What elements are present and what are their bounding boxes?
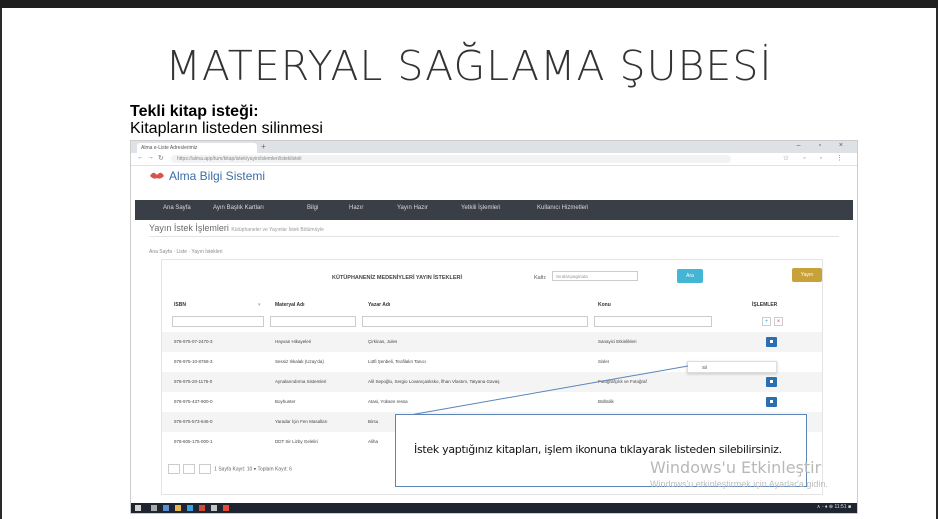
cell-subject: Sanayici Etkinlikleri [598,339,637,344]
search-icon[interactable] [151,505,157,511]
next-page-button[interactable] [198,464,211,474]
pagination: 1 Sayfa Kayıt: 10 ▾ Toplam Kayıt: 6 [168,464,292,474]
pager-info: 1 Sayfa Kayıt: 10 ▾ Toplam Kayıt: 6 [214,466,292,473]
column-header-isbn[interactable]: ISBN [174,302,186,308]
row-action-button[interactable] [766,337,777,347]
windows-start-icon[interactable] [135,505,141,511]
cell-author: Lütfi Şenbeli, Teofilalın Tanıcı [368,359,427,364]
app-logo-icon [150,172,164,179]
cell-title: Yaradar İçin Fen Masalları [275,419,328,424]
divider [149,236,839,237]
cell-title: Boyhunter [275,399,296,404]
slide-subtitle: Kitapların listeden silinmesi [130,120,323,137]
panel-title: KÜTÜPHANENİZ MEDENİYLERİ YAYIN İSTEKLERİ [332,275,462,281]
browser-tab[interactable]: Alma e-Liste Adreslerimiz [137,143,257,153]
new-tab-icon[interactable]: + [261,142,266,151]
windows-activation-watermark: Windows'u Etkinleştir [650,458,822,477]
page-heading: Yayın İstek İşlemleri Kütüphaneler ve Ya… [149,223,324,233]
clear-filter-button[interactable]: × [774,317,783,326]
table-row: 978-975-07-2470-3 Hayvan Hikayeleri Çirk… [162,332,822,352]
top-frame-bar [0,0,938,8]
cell-subject: Sisler [598,359,610,364]
breadcrumb[interactable]: Ana Sayfa · Liste · Yayın İstekleri [149,249,222,255]
callout-text: İstek yaptığınız kitapları, işlem ikonun… [414,443,782,456]
back-icon[interactable]: ← [137,154,144,161]
page-heading-text: Yayın İstek İşlemleri [149,223,229,233]
windows-activation-watermark-sub: Windows'u etkinleştirmek için Ayarlar'a … [650,479,828,489]
office-icon[interactable] [223,505,229,511]
column-header-title[interactable]: Materyal Adı [275,302,305,308]
cell-title: DDT Sir Lizby Geleliri [275,439,318,444]
delete-popover[interactable]: Sil [687,361,777,373]
main-navbar: Ana Sayfa Ayın Başlık Kartları Bilgi Haz… [135,200,853,220]
cell-author: Aliha [368,439,379,444]
cell-title: Sessiz Ilıkalak (Uzay'da) [275,359,324,364]
cell-author: Atasi, Yüksen ressa [368,399,408,404]
address-bar: ← → ↻ https://alma.app/tum/kitap/istek/y… [131,153,857,166]
search-button[interactable]: Ara [677,269,703,283]
window-controls[interactable]: – ▫ × [797,142,851,149]
forward-icon[interactable]: → [147,154,154,161]
column-header-subject[interactable]: Konu [598,302,611,308]
nav-item-user-services[interactable]: Kullanıcı Hizmetleri [537,205,588,211]
cell-isbn: 978-605-175-000-1 [174,439,213,444]
row-action-button[interactable] [766,377,777,387]
cell-subject: Fotoğrafçılık ve Fotoğraf [598,379,647,384]
cell-isbn: 978-975-573-646-0 [174,419,213,424]
nav-item-home[interactable]: Ana Sayfa [163,205,191,211]
column-header-author[interactable]: Yazar Adı [368,302,390,308]
cell-author: Çirkinas, Jules [368,339,398,344]
cell-author: Aliİ Sepoğlu, Sergio Lovanıçasksko, İlha… [368,379,500,384]
table-row: 978-975-437-900-0 Boyhunter Atasi, Yükse… [162,392,822,412]
app-header: Alma Bilgi Sistemi [131,166,857,200]
cell-title: Aynalarındırma Sistemleri [275,379,327,384]
publication-button[interactable]: Yayın [792,268,822,282]
first-page-button[interactable] [168,464,180,474]
url-input[interactable]: https://alma.app/tum/kitap/istek/yayin/i… [171,155,731,163]
nav-item-ready[interactable]: Hazır [349,205,363,211]
filter-title-input[interactable] [270,316,356,327]
chrome-icon[interactable] [199,505,205,511]
cell-title: Hayvan Hikayeleri [275,339,312,344]
cell-subject: Bülbülik [598,399,614,404]
cell-isbn: 978-975-07-2470-3 [174,339,213,344]
app-name[interactable]: Alma Bilgi Sistemi [169,169,265,183]
slide-subtitle-bold: Tekli kitap isteği: [130,103,259,120]
filter-isbn-input[interactable] [172,316,264,327]
nav-item-cards[interactable]: Ayın Başlık Kartları [213,205,264,211]
extension-icons[interactable]: ☆ ◦ ◦ ⋮ [783,154,849,162]
store-icon[interactable] [211,505,217,511]
nav-item-publication[interactable]: Yayın Hazır [397,205,428,211]
windows-taskbar: ∧ ◦ ♦ ⊕ 11:51 ■ [131,503,857,513]
filter-input[interactable]: Sıralarıpaginata [552,271,638,281]
browser-tab-bar: Alma e-Liste Adreslerimiz + – ▫ × [131,141,857,153]
column-header-actions: İŞLEMLER [752,302,778,308]
table-row: 978-975-20-1175-0 Aynalarındırma Sisteml… [162,372,822,392]
system-tray[interactable]: ∧ ◦ ♦ ⊕ 11:51 ■ [817,504,851,510]
cell-isbn: 978-975-20-1175-0 [174,379,213,384]
cell-author: Birsu [368,419,379,424]
cell-isbn: 978-975-10-8768-3 [174,359,213,364]
page-heading-small: Kütüphaneler ve Yayınlar İstek Bölümüyle [231,227,324,233]
file-explorer-icon[interactable] [175,505,181,511]
nav-item-info[interactable]: Bilgi [307,205,318,211]
cell-isbn: 978-975-437-900-0 [174,399,213,404]
filter-author-input[interactable] [362,316,588,327]
prev-page-button[interactable] [183,464,196,474]
add-filter-button[interactable]: + [762,317,771,326]
filter-subject-input[interactable] [594,316,712,327]
task-view-icon[interactable] [163,505,169,511]
sort-icon[interactable]: ▾ [258,302,261,308]
nav-item-authorized[interactable]: Yetkili İşlemleri [461,205,500,211]
slide-title: MATERYAL SAĞLAMA ŞUBESİ [165,42,773,90]
row-action-button[interactable] [766,397,777,407]
edge-icon[interactable] [187,505,193,511]
filter-label: Kaltı: [534,275,547,281]
reload-icon[interactable]: ↻ [158,154,164,162]
